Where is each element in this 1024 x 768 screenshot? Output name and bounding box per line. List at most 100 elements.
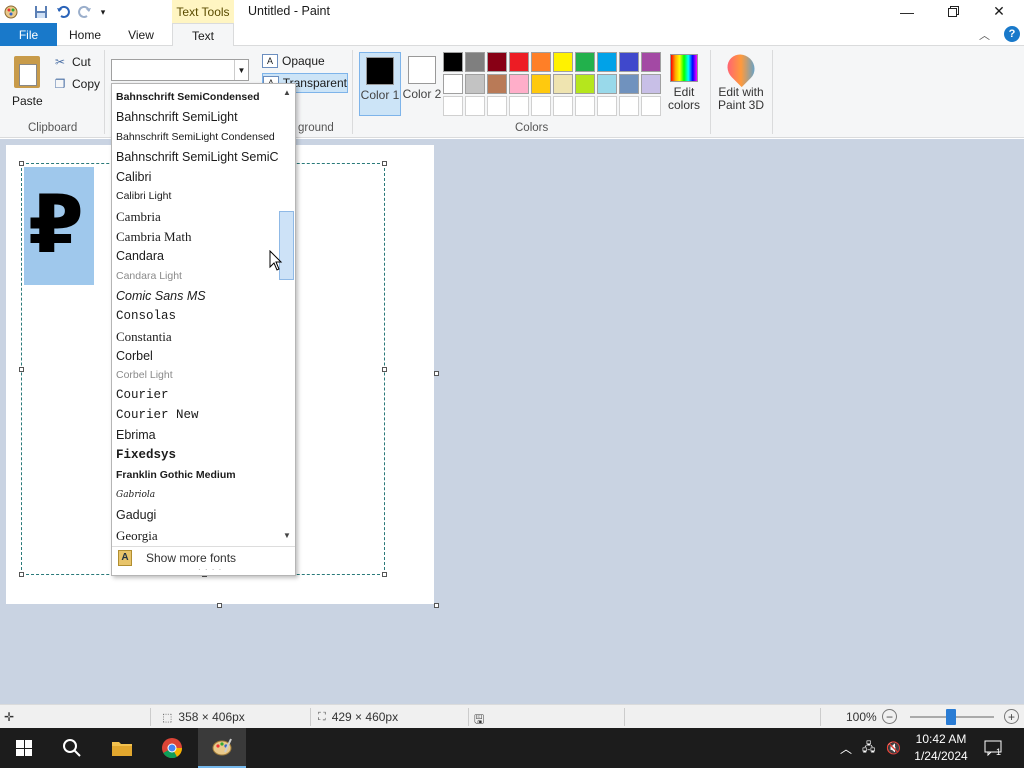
font-list-item[interactable]: Constantia	[112, 327, 278, 347]
edit-colors-button[interactable]: Edit colors	[666, 54, 702, 112]
palette-swatch[interactable]	[597, 74, 617, 94]
font-list-item[interactable]: Ebrima	[112, 426, 278, 446]
paint-taskbar-button[interactable]	[198, 728, 246, 768]
network-icon[interactable]: 🖧	[862, 728, 875, 768]
font-list-item[interactable]: Corbel Light	[112, 366, 278, 386]
start-button[interactable]	[0, 728, 48, 768]
palette-swatch[interactable]	[443, 74, 463, 94]
palette-swatch[interactable]	[509, 96, 529, 116]
cut-button[interactable]: ✂ Cut	[52, 52, 91, 72]
font-list-item[interactable]: Bahnschrift SemiLight SemiConde	[112, 148, 278, 168]
resize-handle[interactable]	[382, 161, 387, 166]
font-list-item[interactable]: Courier	[112, 386, 278, 406]
palette-swatch[interactable]	[619, 96, 639, 116]
font-list-item[interactable]: Cambria	[112, 207, 278, 227]
tab-home[interactable]: Home	[57, 23, 113, 46]
edit-with-paint3d-button[interactable]: Edit with Paint 3D	[714, 48, 768, 112]
font-list-item[interactable]: Gadugi	[112, 506, 278, 526]
font-list-item[interactable]: Gabriola	[112, 486, 278, 506]
palette-swatch[interactable]	[487, 52, 507, 72]
font-list-item[interactable]: Bahnschrift SemiCondensed	[112, 88, 278, 108]
show-hidden-icons[interactable]: ︿	[840, 728, 852, 768]
palette-swatch[interactable]	[509, 52, 529, 72]
resize-handle[interactable]	[19, 161, 24, 166]
zoom-in-button[interactable]: +	[1004, 709, 1019, 724]
palette-swatch[interactable]	[531, 74, 551, 94]
font-list-item[interactable]: Courier New	[112, 406, 278, 426]
scroll-up-icon[interactable]: ▲	[281, 86, 293, 98]
palette-swatch[interactable]	[487, 96, 507, 116]
resize-handle[interactable]	[19, 367, 24, 372]
palette-swatch[interactable]	[531, 52, 551, 72]
scroll-down-icon[interactable]: ▼	[281, 529, 293, 541]
palette-swatch[interactable]	[443, 96, 463, 116]
clock[interactable]: 10:42 AM 1/24/2024	[910, 731, 972, 765]
palette-swatch[interactable]	[575, 74, 595, 94]
volume-muted-icon[interactable]: 🔇	[886, 728, 901, 768]
font-list-item[interactable]: Fixedsys	[112, 446, 278, 466]
tab-view[interactable]: View	[113, 23, 169, 46]
font-list-item[interactable]: Franklin Gothic Medium	[112, 466, 278, 486]
help-icon[interactable]: ?	[1004, 26, 1020, 42]
resize-grip-icon[interactable]: · · · ·	[198, 565, 222, 574]
palette-swatch[interactable]	[553, 74, 573, 94]
resize-handle[interactable]	[19, 572, 24, 577]
font-list-scrollbar[interactable]: ▲ ▼	[278, 84, 295, 544]
font-list-item[interactable]: Candara	[112, 247, 278, 267]
palette-swatch[interactable]	[641, 96, 661, 116]
palette-swatch[interactable]	[531, 96, 551, 116]
palette-swatch[interactable]	[465, 52, 485, 72]
palette-swatch[interactable]	[641, 52, 661, 72]
resize-handle[interactable]	[382, 367, 387, 372]
canvas-resize-handle[interactable]	[434, 371, 439, 376]
font-list-item[interactable]: Calibri Light	[112, 187, 278, 207]
palette-swatch[interactable]	[641, 74, 661, 94]
minimize-button[interactable]: —	[884, 0, 930, 23]
resize-handle[interactable]	[382, 572, 387, 577]
palette-swatch[interactable]	[575, 96, 595, 116]
canvas-resize-handle[interactable]	[217, 603, 222, 608]
font-family-combobox[interactable]: ▼	[111, 59, 249, 81]
save-icon[interactable]	[32, 3, 50, 21]
zoom-slider-thumb[interactable]	[946, 709, 956, 725]
notifications-button[interactable]: 1	[984, 728, 1002, 768]
font-list-item[interactable]: Cambria Math	[112, 227, 278, 247]
font-list-item[interactable]: Candara Light	[112, 267, 278, 287]
palette-swatch[interactable]	[597, 52, 617, 72]
customize-toolbar-icon[interactable]: ▾	[94, 3, 112, 21]
chevron-down-icon[interactable]: ▼	[234, 60, 248, 80]
palette-swatch[interactable]	[619, 74, 639, 94]
color1-button[interactable]: Color 1	[359, 52, 401, 116]
maximize-button[interactable]	[930, 0, 976, 23]
palette-swatch[interactable]	[619, 52, 639, 72]
font-list-item[interactable]: Comic Sans MS	[112, 287, 278, 307]
palette-swatch[interactable]	[465, 74, 485, 94]
file-explorer-button[interactable]	[98, 728, 146, 768]
font-list-item[interactable]: Georgia	[112, 526, 278, 544]
palette-swatch[interactable]	[553, 52, 573, 72]
font-list-item[interactable]: Bahnschrift SemiLight	[112, 108, 278, 128]
tab-text[interactable]: Text	[172, 23, 234, 47]
palette-swatch[interactable]	[443, 52, 463, 72]
zoom-out-button[interactable]: −	[882, 709, 897, 724]
opaque-option[interactable]: A Opaque	[262, 51, 325, 71]
palette-swatch[interactable]	[597, 96, 617, 116]
palette-swatch[interactable]	[465, 96, 485, 116]
palette-swatch[interactable]	[509, 74, 529, 94]
paint-app-icon[interactable]	[2, 3, 20, 21]
font-list-item[interactable]: Consolas	[112, 307, 278, 327]
chrome-button[interactable]	[148, 728, 196, 768]
search-button[interactable]	[48, 728, 96, 768]
close-button[interactable]: ✕	[976, 0, 1022, 23]
undo-icon[interactable]	[54, 3, 72, 21]
collapse-ribbon-icon[interactable]: ︿	[979, 27, 990, 43]
font-list-item[interactable]: Calibri	[112, 168, 278, 188]
palette-swatch[interactable]	[487, 74, 507, 94]
copy-button[interactable]: ❐ Copy	[52, 74, 100, 94]
font-list-item[interactable]: Corbel	[112, 347, 278, 367]
tab-file[interactable]: File	[0, 23, 57, 46]
color2-button[interactable]: Color 2	[401, 52, 443, 116]
palette-swatch[interactable]	[553, 96, 573, 116]
canvas-resize-handle[interactable]	[434, 603, 439, 608]
paste-button[interactable]: Paste	[6, 52, 46, 114]
